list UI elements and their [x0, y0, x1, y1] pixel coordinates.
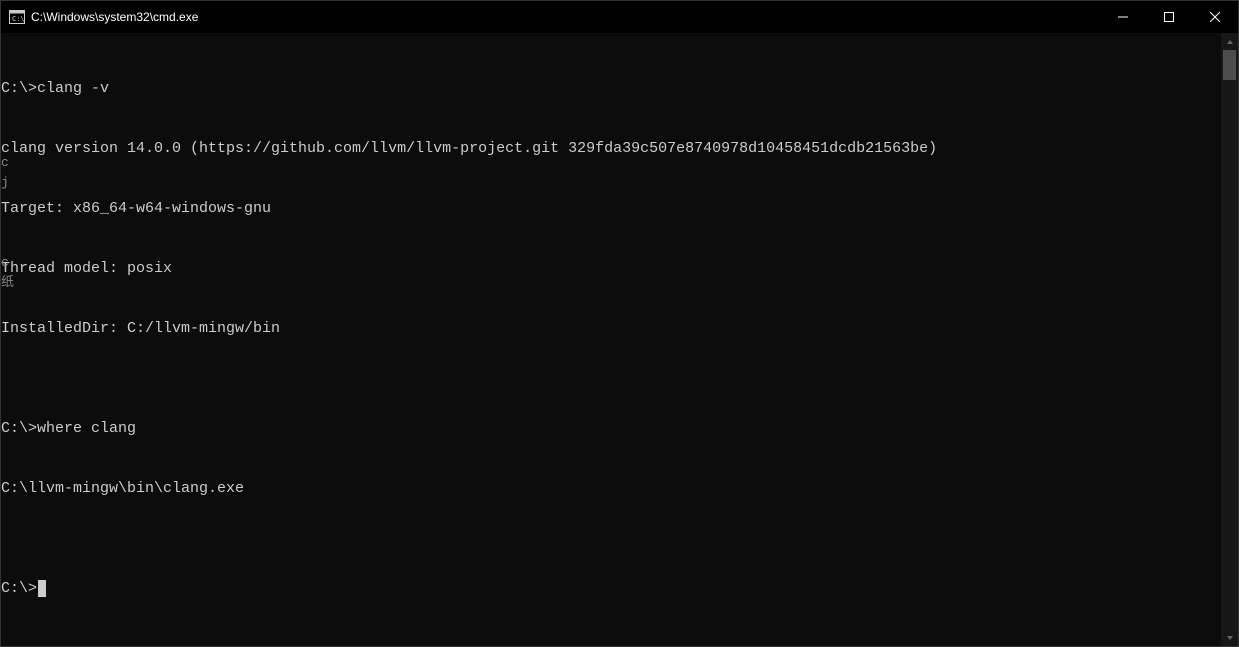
prompt-line: C:\>clang -v — [1, 79, 1221, 99]
cmd-icon: C:\ — [9, 9, 25, 25]
terminal-output[interactable]: C:\>clang -v clang version 14.0.0 (https… — [1, 33, 1221, 646]
output-line: Target: x86_64-w64-windows-gnu — [1, 199, 1221, 219]
current-prompt-line: C:\> — [1, 579, 1221, 599]
maximize-button[interactable] — [1146, 1, 1192, 33]
text-cursor — [38, 580, 46, 597]
minimize-button[interactable] — [1100, 1, 1146, 33]
vertical-scrollbar[interactable] — [1221, 33, 1238, 646]
close-button[interactable] — [1192, 1, 1238, 33]
output-line: InstalledDir: C:/llvm-mingw/bin — [1, 319, 1221, 339]
window-title: C:\Windows\system32\cmd.exe — [31, 10, 1100, 24]
terminal-area[interactable]: c j c 纸 C:\>clang -v clang version 14.0.… — [1, 33, 1238, 646]
svg-text:C:\: C:\ — [12, 15, 25, 23]
titlebar[interactable]: C:\ C:\Windows\system32\cmd.exe — [1, 1, 1238, 33]
scroll-down-arrow[interactable] — [1221, 629, 1238, 646]
window-controls — [1100, 1, 1238, 33]
scrollbar-track[interactable] — [1221, 50, 1238, 629]
scrollbar-thumb[interactable] — [1223, 50, 1236, 80]
output-line: Thread model: posix — [1, 259, 1221, 279]
scroll-up-arrow[interactable] — [1221, 33, 1238, 50]
output-line: C:\llvm-mingw\bin\clang.exe — [1, 479, 1221, 499]
prompt-line: C:\>where clang — [1, 419, 1221, 439]
output-line: clang version 14.0.0 (https://github.com… — [1, 139, 1221, 159]
cmd-window: C:\ C:\Windows\system32\cmd.exe c j c 纸 — [0, 0, 1239, 647]
